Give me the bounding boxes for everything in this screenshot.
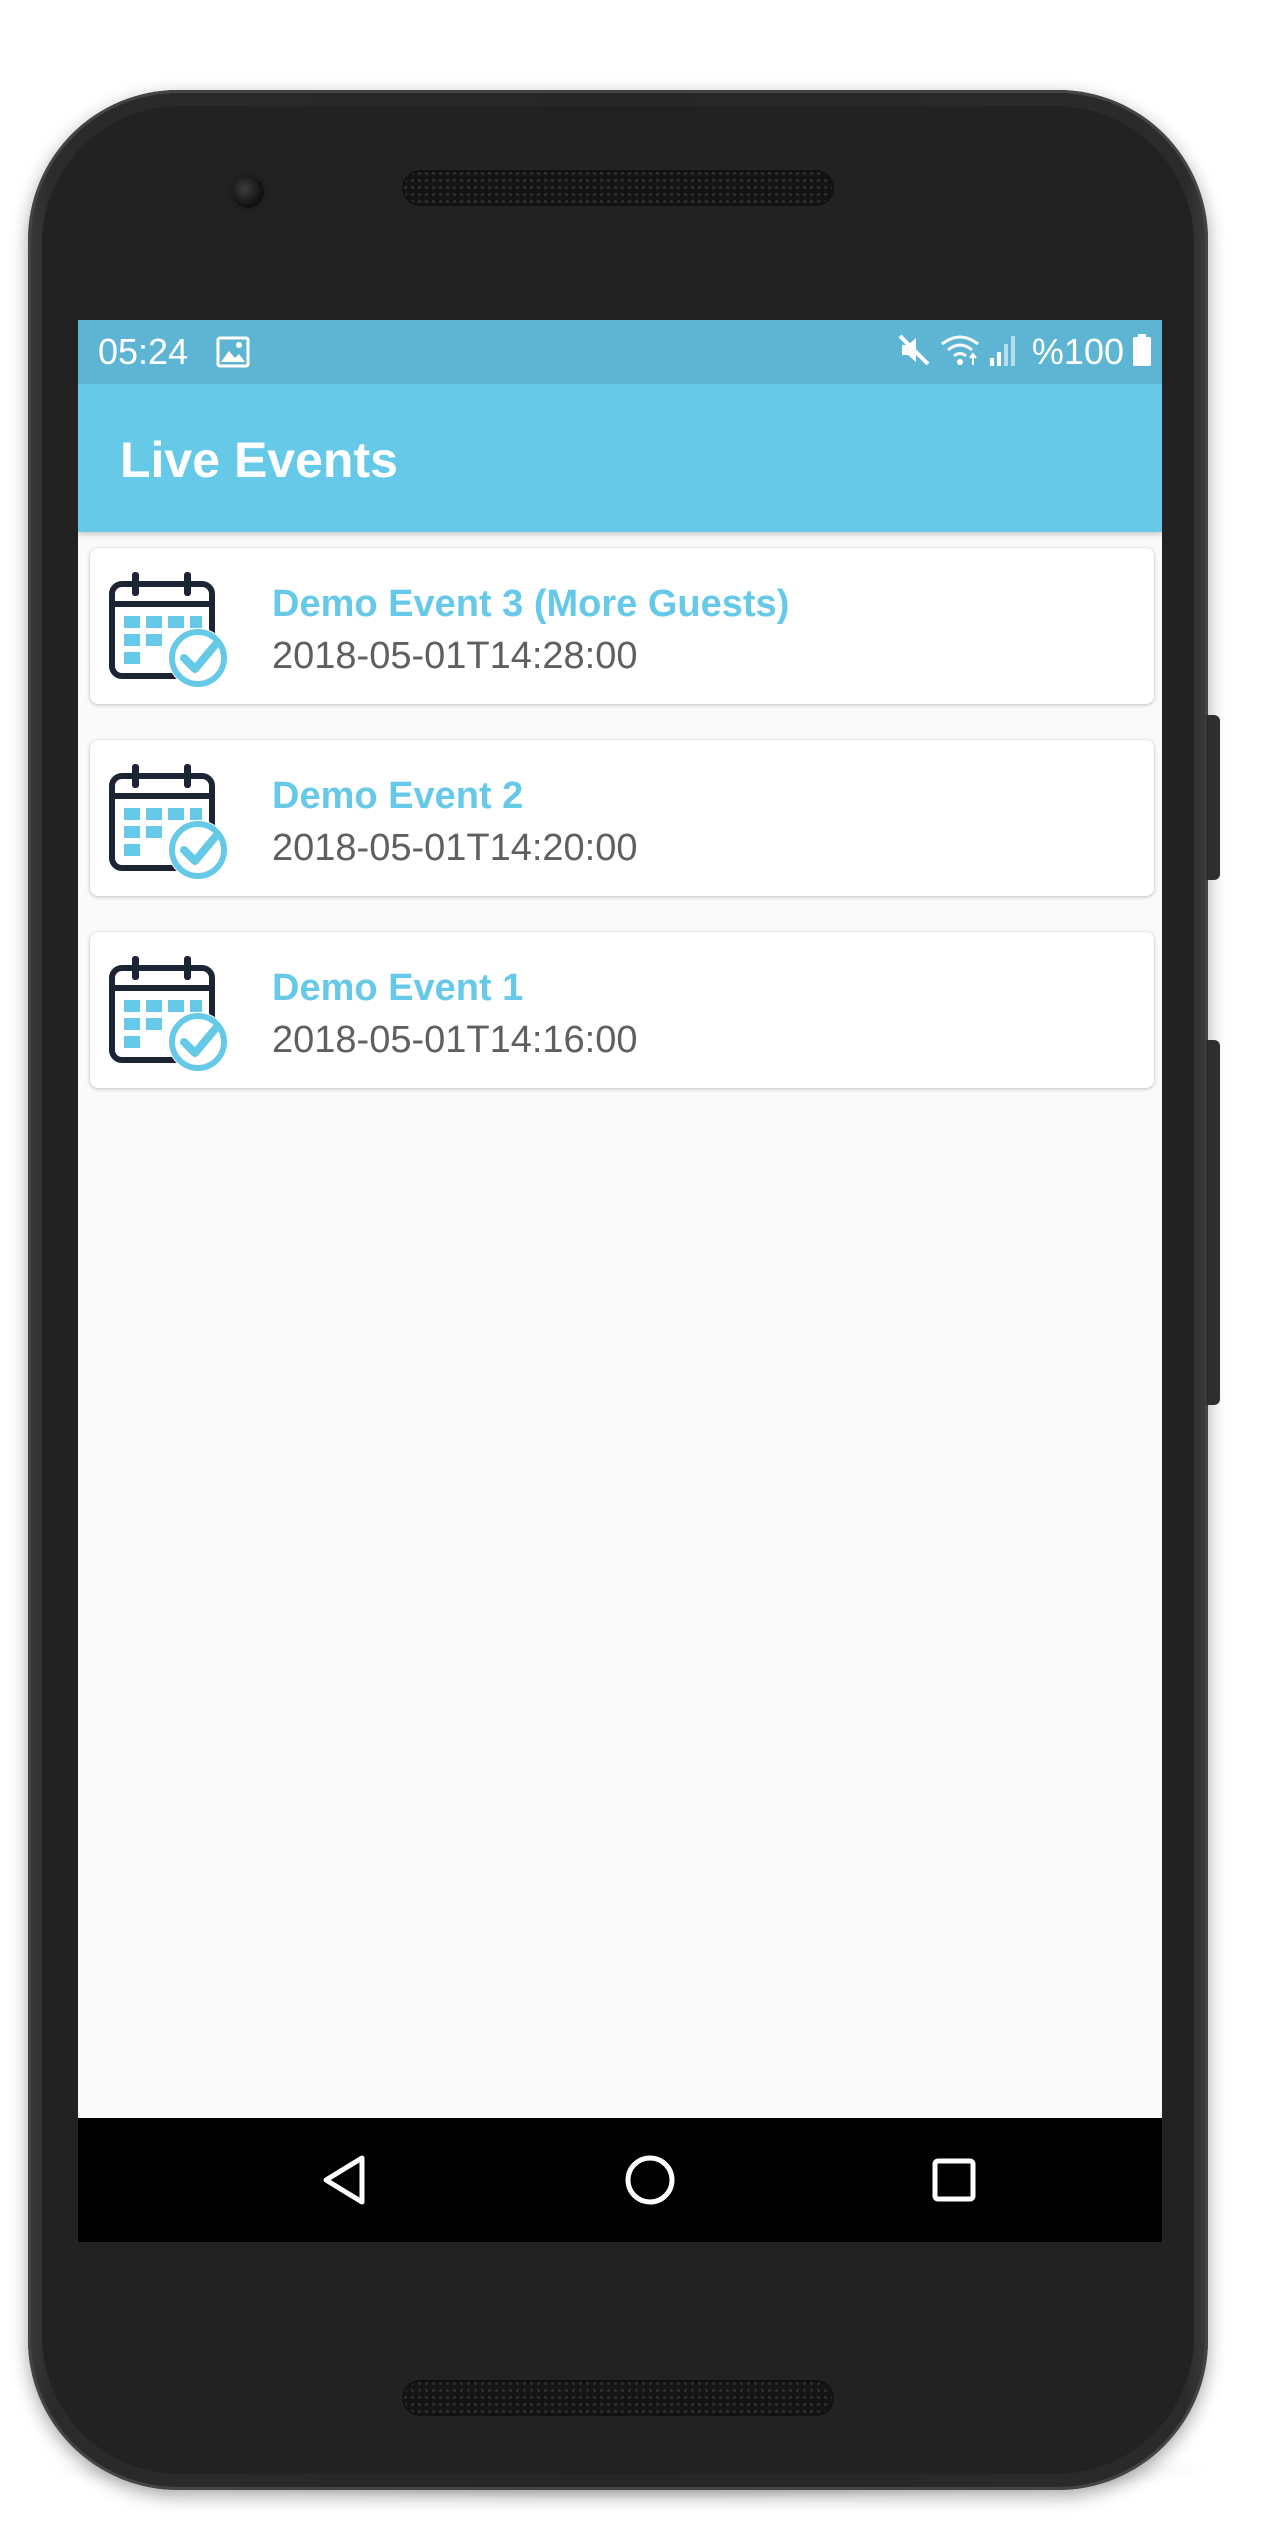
wifi-icon (940, 332, 980, 373)
event-name: Demo Event 1 (272, 967, 524, 1009)
event-card[interactable]: Demo Event 1 2018-05-01T14:16:00 (90, 932, 1154, 1088)
home-icon[interactable] (618, 2148, 682, 2212)
calendar-check-icon (106, 952, 230, 1081)
event-card[interactable]: Demo Event 3 (More Guests) 2018-05-01T14… (90, 548, 1154, 704)
front-camera (232, 176, 264, 208)
signal-icon (988, 332, 1018, 373)
event-date: 2018-05-01T14:16:00 (272, 1019, 638, 1061)
battery-icon (1132, 332, 1152, 373)
phone-screen: 05:24 %100 Live Events Demo Event 3 (Mor… (78, 320, 1162, 2242)
page-title: Live Events (120, 432, 398, 488)
event-name: Demo Event 2 (272, 775, 524, 817)
recent-apps-icon[interactable] (922, 2148, 986, 2212)
event-date: 2018-05-01T14:28:00 (272, 635, 638, 677)
status-icons: %100 (896, 330, 1152, 374)
mute-icon (896, 332, 932, 373)
bottom-speaker-grille (402, 2380, 834, 2416)
volume-button (1206, 1040, 1220, 1405)
event-name: Demo Event 3 (More Guests) (272, 583, 790, 625)
top-speaker-grille (402, 170, 834, 206)
navigation-bar (78, 2118, 1162, 2242)
calendar-check-icon (106, 568, 230, 697)
event-date: 2018-05-01T14:20:00 (272, 827, 638, 869)
calendar-check-icon (106, 760, 230, 889)
app-bar: Live Events (78, 384, 1162, 532)
battery-percent: %100 (1031, 331, 1124, 372)
power-button (1206, 715, 1220, 880)
back-icon[interactable] (316, 2148, 380, 2212)
status-time: 05:24 (98, 331, 189, 372)
status-bar: 05:24 %100 (78, 320, 1162, 384)
event-card[interactable]: Demo Event 2 2018-05-01T14:20:00 (90, 740, 1154, 896)
image-icon (216, 336, 250, 373)
